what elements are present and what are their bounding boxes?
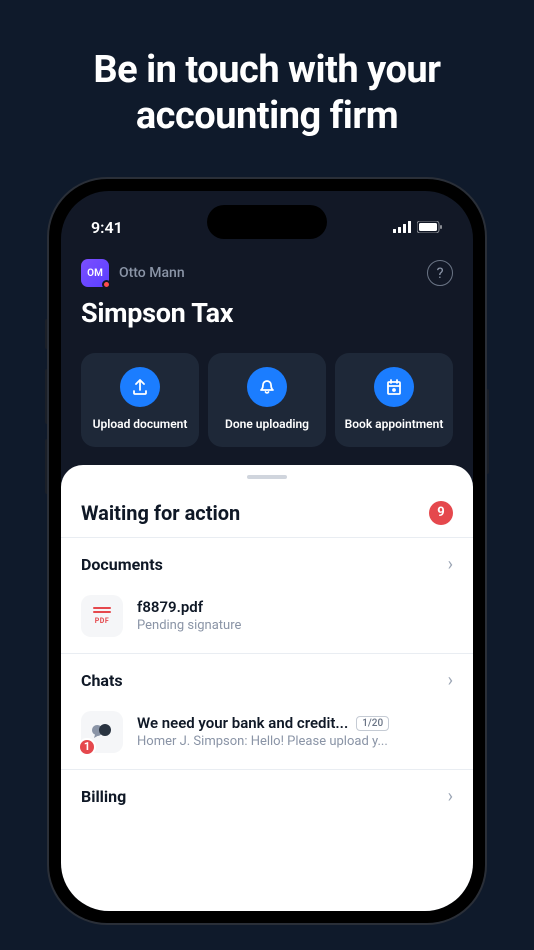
action-label: Upload document bbox=[93, 417, 188, 433]
avatar-initials: OM bbox=[87, 268, 103, 279]
chats-title: Chats bbox=[81, 671, 123, 690]
help-button[interactable]: ? bbox=[427, 260, 453, 286]
notification-dot bbox=[102, 280, 111, 289]
battery-icon bbox=[417, 221, 443, 233]
waiting-for-action-title: Waiting for action bbox=[81, 501, 240, 525]
billing-section-header[interactable]: Billing › bbox=[61, 770, 473, 819]
document-name: f8879.pdf bbox=[137, 598, 453, 616]
chats-section-header[interactable]: Chats › bbox=[61, 654, 473, 703]
page-title: Simpson Tax bbox=[81, 297, 453, 329]
marketing-headline: Be in touch with your accounting firm bbox=[0, 0, 534, 179]
done-uploading-button[interactable]: Done uploading bbox=[208, 353, 326, 447]
document-status: Pending signature bbox=[137, 618, 453, 633]
user-name: Otto Mann bbox=[119, 265, 417, 281]
documents-title: Documents bbox=[81, 555, 163, 574]
action-label: Done uploading bbox=[225, 417, 309, 433]
pdf-file-icon: PDF bbox=[81, 595, 123, 637]
chevron-right-icon: › bbox=[448, 786, 453, 807]
documents-section-header[interactable]: Documents › bbox=[61, 538, 473, 587]
drag-handle[interactable] bbox=[247, 475, 287, 479]
chat-item[interactable]: 1 We need your bank and credit... 1/20 H… bbox=[61, 703, 473, 769]
upload-icon bbox=[131, 378, 149, 396]
chat-unread-badge: 1 bbox=[78, 738, 96, 756]
phone-mockup: 9:41 OM Otto Mann ? Simpson Tax bbox=[49, 179, 485, 923]
chevron-right-icon: › bbox=[448, 554, 453, 575]
chat-progress-tag: 1/20 bbox=[356, 716, 389, 731]
upload-document-button[interactable]: Upload document bbox=[81, 353, 199, 447]
chat-title: We need your bank and credit... bbox=[137, 714, 348, 732]
chat-bubble-icon: 1 bbox=[81, 711, 123, 753]
billing-title: Billing bbox=[81, 787, 126, 806]
bell-icon bbox=[258, 378, 276, 396]
cellular-signal-icon bbox=[393, 221, 411, 233]
content-sheet: Waiting for action 9 Documents › PDF bbox=[61, 465, 473, 911]
waiting-count-badge: 9 bbox=[429, 501, 453, 525]
action-label: Book appointment bbox=[345, 417, 444, 433]
book-appointment-button[interactable]: Book appointment bbox=[335, 353, 453, 447]
dynamic-island bbox=[207, 205, 327, 239]
document-item[interactable]: PDF f8879.pdf Pending signature bbox=[61, 587, 473, 653]
power-button bbox=[485, 389, 489, 474]
status-time: 9:41 bbox=[91, 218, 123, 237]
chevron-right-icon: › bbox=[448, 670, 453, 691]
calendar-icon bbox=[385, 378, 403, 396]
chat-preview: Homer J. Simpson: Hello! Please upload y… bbox=[137, 734, 453, 749]
avatar[interactable]: OM bbox=[81, 259, 109, 287]
